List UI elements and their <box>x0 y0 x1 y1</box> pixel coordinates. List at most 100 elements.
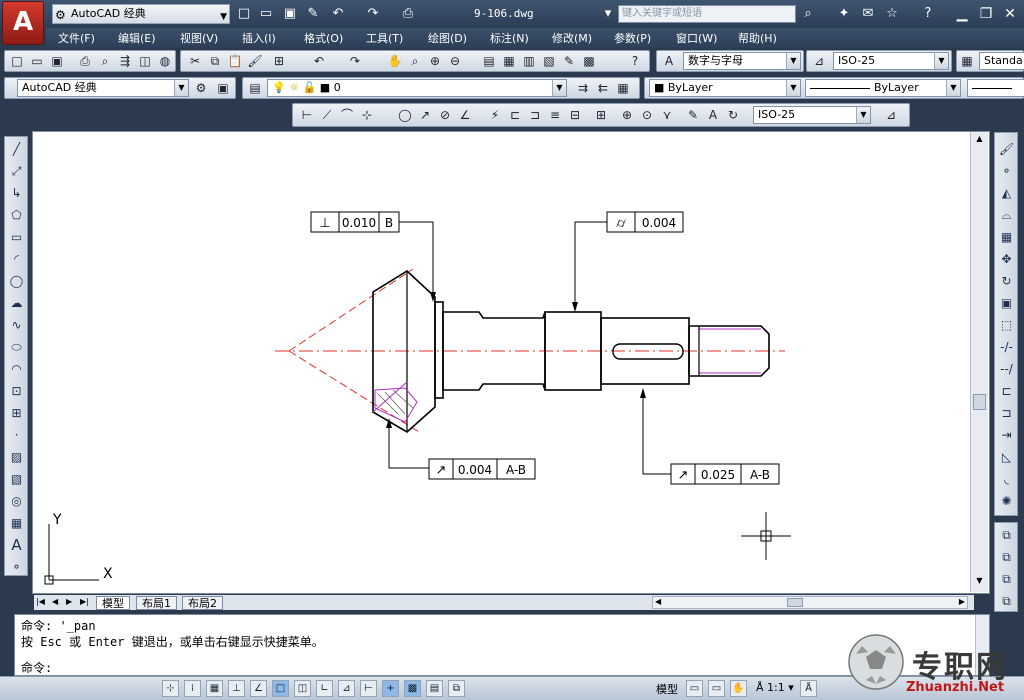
break-icon[interactable]: ⊟ <box>567 107 583 123</box>
command-window[interactable]: 命令: '_pan 按 Esc 或 Enter 键退出，或单击右键显示快捷菜单。… <box>14 614 990 676</box>
plot-icon[interactable]: ⎙ <box>77 53 93 69</box>
quick-view-layouts-icon[interactable]: ▭ <box>686 680 703 697</box>
make-block-icon[interactable]: ⊞ <box>8 405 25 422</box>
redo-icon[interactable]: ↷ <box>347 53 363 69</box>
radius-icon[interactable]: ◯ <box>397 107 413 123</box>
osnap-icon[interactable]: □ <box>272 680 289 697</box>
dim-style-manager-icon[interactable]: ⊿ <box>883 107 899 123</box>
rotate-icon[interactable]: ↻ <box>998 273 1015 290</box>
tab-layout1[interactable]: 布局1 <box>136 596 177 610</box>
table-style-combo[interactable]: Standa <box>979 52 1024 70</box>
linear-dim-icon[interactable]: ⊢ <box>299 107 315 123</box>
customize-icon[interactable]: ▣ <box>215 80 231 96</box>
menu-modify[interactable]: 修改(M) <box>552 30 592 46</box>
ellipse-arc-icon[interactable]: ◠ <box>8 361 25 378</box>
explode-icon[interactable]: ✺ <box>998 493 1015 510</box>
help-icon[interactable]: ? <box>920 6 936 22</box>
binoculars-icon[interactable]: ⌕ <box>800 6 816 22</box>
array-icon[interactable]: ▦ <box>998 229 1015 246</box>
aligned-dim-icon[interactable]: ⟋ <box>319 107 335 123</box>
scroll-right-icon[interactable]: ▶ <box>959 597 965 606</box>
copy-icon[interactable]: ⧉ <box>207 53 223 69</box>
extend-icon[interactable]: --/ <box>998 361 1015 378</box>
send-under-icon[interactable]: ⧉ <box>998 593 1015 610</box>
construction-line-icon[interactable]: ⤢ <box>8 163 25 180</box>
save-icon[interactable]: ▣ <box>282 6 298 22</box>
break-icon[interactable]: ⊐ <box>998 405 1015 422</box>
scale-icon[interactable]: ▣ <box>998 295 1015 312</box>
model-space-label[interactable]: 模型 <box>656 681 678 697</box>
etransmit-icon[interactable]: ◍ <box>157 53 173 69</box>
publish-icon[interactable]: ⇶ <box>117 53 133 69</box>
ellipse-icon[interactable]: ⬭ <box>8 339 25 356</box>
tab-layout2[interactable]: 布局2 <box>182 596 223 610</box>
tab-last-icon[interactable]: ▶| <box>80 597 89 606</box>
layer-previous-icon[interactable]: ⇇ <box>595 80 611 96</box>
horizontal-scrollbar[interactable]: ◀ ▶ <box>652 596 968 609</box>
jogged-linear-icon[interactable]: ⋎ <box>659 107 675 123</box>
3dosnap-icon[interactable]: ◫ <box>294 680 311 697</box>
table-icon[interactable]: ▦ <box>8 515 25 532</box>
fcf-perpendicularity[interactable]: ⊥ 0.010 B <box>310 211 400 233</box>
quick-properties-icon[interactable]: ▤ <box>426 680 443 697</box>
help-icon[interactable]: ? <box>627 53 643 69</box>
zoom-realtime-icon[interactable]: ⌕ <box>407 53 423 69</box>
menu-view[interactable]: 视图(V) <box>180 30 218 46</box>
drawing-canvas[interactable]: ⊥ 0.010 B ⌭ 0.004 ↗ 0.004 A-B ↗ 0.025 A-… <box>32 131 990 594</box>
undo-icon[interactable]: ↶ <box>311 53 327 69</box>
open-icon[interactable]: ▭ <box>258 6 274 22</box>
linetype-combo[interactable]: ByLayer ▼ <box>805 79 961 97</box>
tab-first-icon[interactable]: |◀ <box>36 597 45 606</box>
subscription-icon[interactable]: ✦ <box>836 6 852 22</box>
dyn-icon[interactable]: ⊢ <box>360 680 377 697</box>
stretch-icon[interactable]: ⬚ <box>998 317 1015 334</box>
menu-format[interactable]: 格式(O) <box>304 30 343 46</box>
menu-window[interactable]: 窗口(W) <box>676 30 717 46</box>
dim-style-combo[interactable]: ISO-25 ▼ <box>833 52 949 70</box>
center-mark-icon[interactable]: ⊕ <box>619 107 635 123</box>
print-icon[interactable]: ⎙ <box>400 6 416 22</box>
space-icon[interactable]: ≡ <box>547 107 563 123</box>
ducs-icon[interactable]: ⊿ <box>338 680 355 697</box>
rectangle-icon[interactable]: ▭ <box>8 229 25 246</box>
new-icon[interactable]: □ <box>236 6 252 22</box>
preview-icon[interactable]: ⌕ <box>97 53 113 69</box>
mirror-icon[interactable]: ◭ <box>998 185 1015 202</box>
dim-style-combo-2[interactable]: ISO-25 ▼ <box>753 106 871 124</box>
sheet-set-icon[interactable]: ▧ <box>541 53 557 69</box>
baseline-icon[interactable]: ⊏ <box>507 107 523 123</box>
region-icon[interactable]: ◎ <box>8 493 25 510</box>
zoom-previous-icon[interactable]: ⊖ <box>447 53 463 69</box>
tool-palettes-icon[interactable]: ▥ <box>521 53 537 69</box>
multiline-text-icon[interactable]: A <box>8 537 25 554</box>
add-selected-icon[interactable]: ⚬ <box>8 559 25 576</box>
text-style-combo[interactable]: 数字与字母 ▼ <box>683 52 801 70</box>
application-menu-button[interactable]: A <box>2 1 44 45</box>
design-center-icon[interactable]: ▦ <box>501 53 517 69</box>
horizontal-scroll-thumb[interactable] <box>787 598 803 607</box>
gear-icon[interactable]: ⚙ <box>193 80 209 96</box>
new-icon[interactable]: □ <box>9 53 25 69</box>
cut-icon[interactable]: ✂ <box>187 53 203 69</box>
selection-cycling-icon[interactable]: ⧉ <box>448 680 465 697</box>
workspace-selector[interactable]: ⚙ AutoCAD 经典 ▼ <box>52 4 230 24</box>
dim-edit-icon[interactable]: ✎ <box>685 107 701 123</box>
lineweight-toggle-icon[interactable]: + <box>382 680 399 697</box>
3dprint-icon[interactable]: ◫ <box>137 53 153 69</box>
fcf-runout-left[interactable]: ↗ 0.004 A-B <box>428 458 536 480</box>
ordinate-icon[interactable]: ⊹ <box>359 107 375 123</box>
workspace-combo[interactable]: AutoCAD 经典 ▼ <box>17 79 189 97</box>
scroll-down-icon[interactable]: ▼ <box>973 576 986 588</box>
fcf-runout-right[interactable]: ↗ 0.025 A-B <box>670 463 780 485</box>
quick-view-drawings-icon[interactable]: ▭ <box>708 680 725 697</box>
grid-icon[interactable]: ▦ <box>206 680 223 697</box>
scroll-up-icon[interactable]: ▲ <box>973 134 986 146</box>
otrack-icon[interactable]: ∟ <box>316 680 333 697</box>
quick-dim-icon[interactable]: ⚡ <box>487 107 503 123</box>
zoom-window-icon[interactable]: ⊕ <box>427 53 443 69</box>
dropdown-icon[interactable]: ▾ <box>600 6 616 22</box>
undo-icon[interactable]: ↶ <box>330 6 346 22</box>
dim-update-icon[interactable]: ↻ <box>725 107 741 123</box>
pan-icon[interactable]: ✋ <box>387 53 403 69</box>
table-style-icon[interactable]: ▦ <box>959 53 975 69</box>
